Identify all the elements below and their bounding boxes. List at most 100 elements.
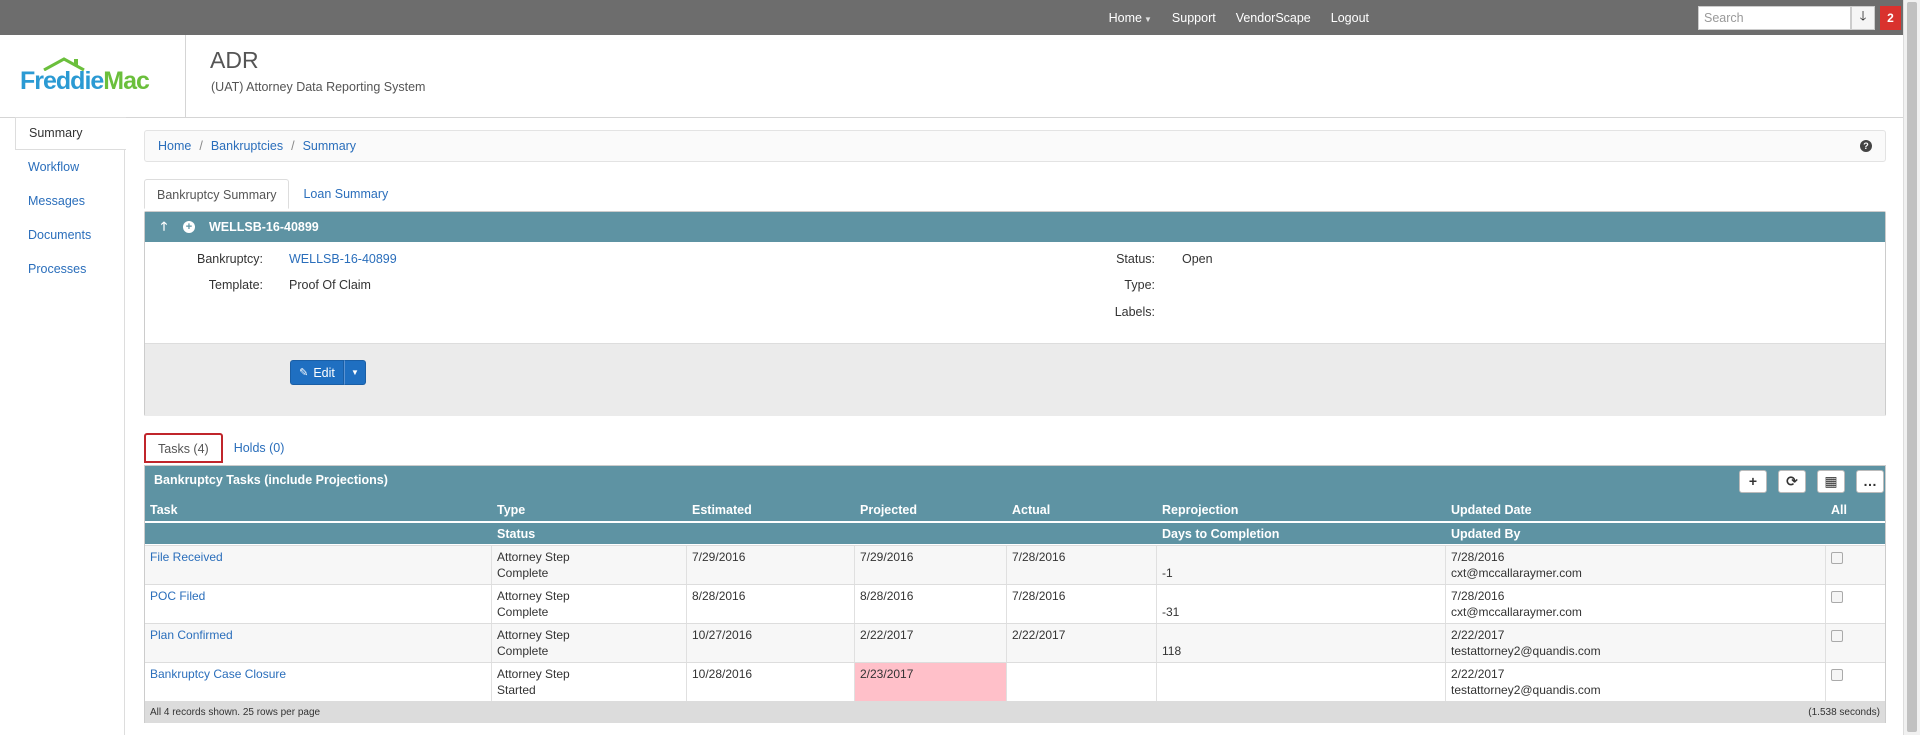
col-status[interactable]: Status: [497, 527, 535, 541]
plus-circle-icon[interactable]: +: [183, 221, 195, 233]
type-value: Attorney Step: [497, 667, 570, 681]
nav-logout-link[interactable]: Logout: [1331, 11, 1369, 25]
breadcrumb: Home / Bankruptcies / Summary ?: [144, 130, 1886, 162]
refresh-icon[interactable]: ⟳: [1778, 470, 1806, 493]
scrollbar-thumb[interactable]: [1907, 2, 1917, 732]
col-updated-date[interactable]: Updated Date: [1451, 503, 1532, 517]
sidebar-item-processes[interactable]: Processes: [15, 252, 125, 286]
notification-badge[interactable]: 2: [1880, 6, 1901, 30]
bankruptcy-panel: 🡑 + WELLSB-16-40899 Bankruptcy: WELLSB-1…: [144, 211, 1886, 416]
status-value: Complete: [497, 605, 549, 619]
load-time: (1.538 seconds): [1808, 707, 1880, 718]
labels-label: Labels:: [1114, 305, 1155, 319]
detail-tabs: Bankruptcy Summary Loan Summary: [144, 179, 400, 209]
logo-text: FreddieMac: [20, 67, 150, 96]
tab-holds[interactable]: Holds (0): [223, 433, 297, 463]
breadcrumb-separator: /: [291, 139, 295, 153]
col-projected[interactable]: Projected: [860, 503, 917, 517]
breadcrumb-summary[interactable]: Summary: [303, 139, 356, 153]
estimated-cell: 10/28/2016: [687, 663, 855, 701]
breadcrumb-home[interactable]: Home: [158, 139, 191, 153]
type-status-cell: Attorney Step Started: [492, 663, 687, 701]
estimated-cell: 8/28/2016: [687, 585, 855, 623]
tab-bankruptcy-summary[interactable]: Bankruptcy Summary: [144, 179, 290, 209]
sidebar-item-summary[interactable]: Summary: [15, 117, 126, 150]
search-input[interactable]: [1698, 6, 1851, 30]
bankruptcy-link[interactable]: WELLSB-16-40899: [289, 252, 397, 266]
days-cell: -1: [1157, 546, 1446, 584]
tab-tasks[interactable]: Tasks (4): [144, 433, 223, 463]
actual-cell: 2/22/2017: [1007, 624, 1157, 662]
table-row: Bankruptcy Case Closure Attorney Step Sta…: [145, 662, 1885, 701]
updated-date: 7/28/2016: [1451, 550, 1505, 564]
help-icon[interactable]: ?: [1860, 140, 1872, 152]
col-updated-by[interactable]: Updated By: [1451, 527, 1520, 541]
updated-cell: 7/28/2016 cxt@mccallaraymer.com: [1446, 546, 1826, 584]
row-checkbox[interactable]: [1831, 630, 1843, 642]
days-value: -1: [1162, 566, 1173, 580]
sidebar-item-messages[interactable]: Messages: [15, 184, 125, 218]
nav-support-link[interactable]: Support: [1172, 11, 1216, 25]
grid-header-row-2: Status Days to Completion Updated By: [145, 522, 1885, 544]
bankruptcy-id: WELLSB-16-40899: [209, 220, 319, 234]
task-link[interactable]: Bankruptcy Case Closure: [150, 667, 286, 681]
days-value: 118: [1162, 644, 1182, 658]
col-task[interactable]: Task: [150, 503, 178, 517]
task-cell: POC Filed: [145, 585, 492, 623]
updated-by: testattorney2@quandis.com: [1451, 683, 1601, 697]
row-checkbox[interactable]: [1831, 669, 1843, 681]
row-checkbox[interactable]: [1831, 591, 1843, 603]
task-link[interactable]: Plan Confirmed: [150, 628, 233, 642]
col-estimated[interactable]: Estimated: [692, 503, 752, 517]
updated-date: 2/22/2017: [1451, 628, 1505, 642]
updated-by: cxt@mccallaraymer.com: [1451, 605, 1582, 619]
updated-by: cxt@mccallaraymer.com: [1451, 566, 1582, 580]
vertical-scrollbar[interactable]: [1903, 0, 1920, 735]
nav-home-link[interactable]: Home ▼: [1109, 11, 1152, 25]
app-subtitle: (UAT) Attorney Data Reporting System: [211, 80, 426, 94]
days-cell: [1157, 663, 1446, 701]
status-value: Open: [1182, 252, 1213, 266]
tab-loan-summary[interactable]: Loan Summary: [289, 179, 400, 209]
task-cell: Plan Confirmed: [145, 624, 492, 662]
task-link[interactable]: POC Filed: [150, 589, 205, 603]
more-icon[interactable]: …: [1856, 470, 1884, 493]
col-days-to-completion[interactable]: Days to Completion: [1162, 527, 1279, 541]
task-tabs: Tasks (4) Holds (0): [144, 433, 296, 463]
arrow-up-icon[interactable]: 🡑: [157, 219, 171, 234]
estimated-cell: 10/27/2016: [687, 624, 855, 662]
task-link[interactable]: File Received: [150, 550, 223, 564]
col-all[interactable]: All: [1831, 503, 1847, 517]
type-value: Attorney Step: [497, 628, 570, 642]
edit-button[interactable]: ✎ Edit: [290, 360, 344, 385]
nav-home-label: Home: [1108, 10, 1142, 25]
caret-down-icon: ▼: [351, 368, 359, 377]
breadcrumb-bankruptcies[interactable]: Bankruptcies: [211, 139, 283, 153]
updated-date: 7/28/2016: [1451, 589, 1505, 603]
table-row: Plan Confirmed Attorney Step Complete 10/…: [145, 623, 1885, 662]
projected-cell: 8/28/2016: [855, 585, 1007, 623]
updated-cell: 2/22/2017 testattorney2@quandis.com: [1446, 663, 1826, 701]
edit-label: Edit: [313, 365, 335, 380]
nav-vendorscape-link[interactable]: VendorScape: [1236, 11, 1311, 25]
col-type[interactable]: Type: [497, 503, 525, 517]
task-cell: File Received: [145, 546, 492, 584]
row-checkbox[interactable]: [1831, 552, 1843, 564]
type-value: Attorney Step: [497, 550, 570, 564]
updated-cell: 7/28/2016 cxt@mccallaraymer.com: [1446, 585, 1826, 623]
task-cell: Bankruptcy Case Closure: [145, 663, 492, 701]
sidebar-item-documents[interactable]: Documents: [15, 218, 125, 252]
calendar-icon[interactable]: ▦: [1817, 470, 1845, 493]
col-actual[interactable]: Actual: [1012, 503, 1050, 517]
bankruptcy-actions: ✎ Edit ▼: [145, 343, 1885, 416]
updated-cell: 2/22/2017 testattorney2@quandis.com: [1446, 624, 1826, 662]
edit-dropdown-toggle[interactable]: ▼: [344, 360, 366, 385]
download-icon[interactable]: 🡓: [1851, 6, 1875, 30]
freddie-mac-logo[interactable]: FreddieMac: [20, 57, 160, 97]
logo-freddie: Freddie: [20, 67, 104, 95]
sidebar-item-workflow[interactable]: Workflow: [15, 150, 125, 184]
add-icon[interactable]: +: [1739, 470, 1767, 493]
projected-cell: 2/22/2017: [855, 624, 1007, 662]
app-header: FreddieMac ADR (UAT) Attorney Data Repor…: [0, 35, 1903, 118]
col-reprojection[interactable]: Reprojection: [1162, 503, 1238, 517]
